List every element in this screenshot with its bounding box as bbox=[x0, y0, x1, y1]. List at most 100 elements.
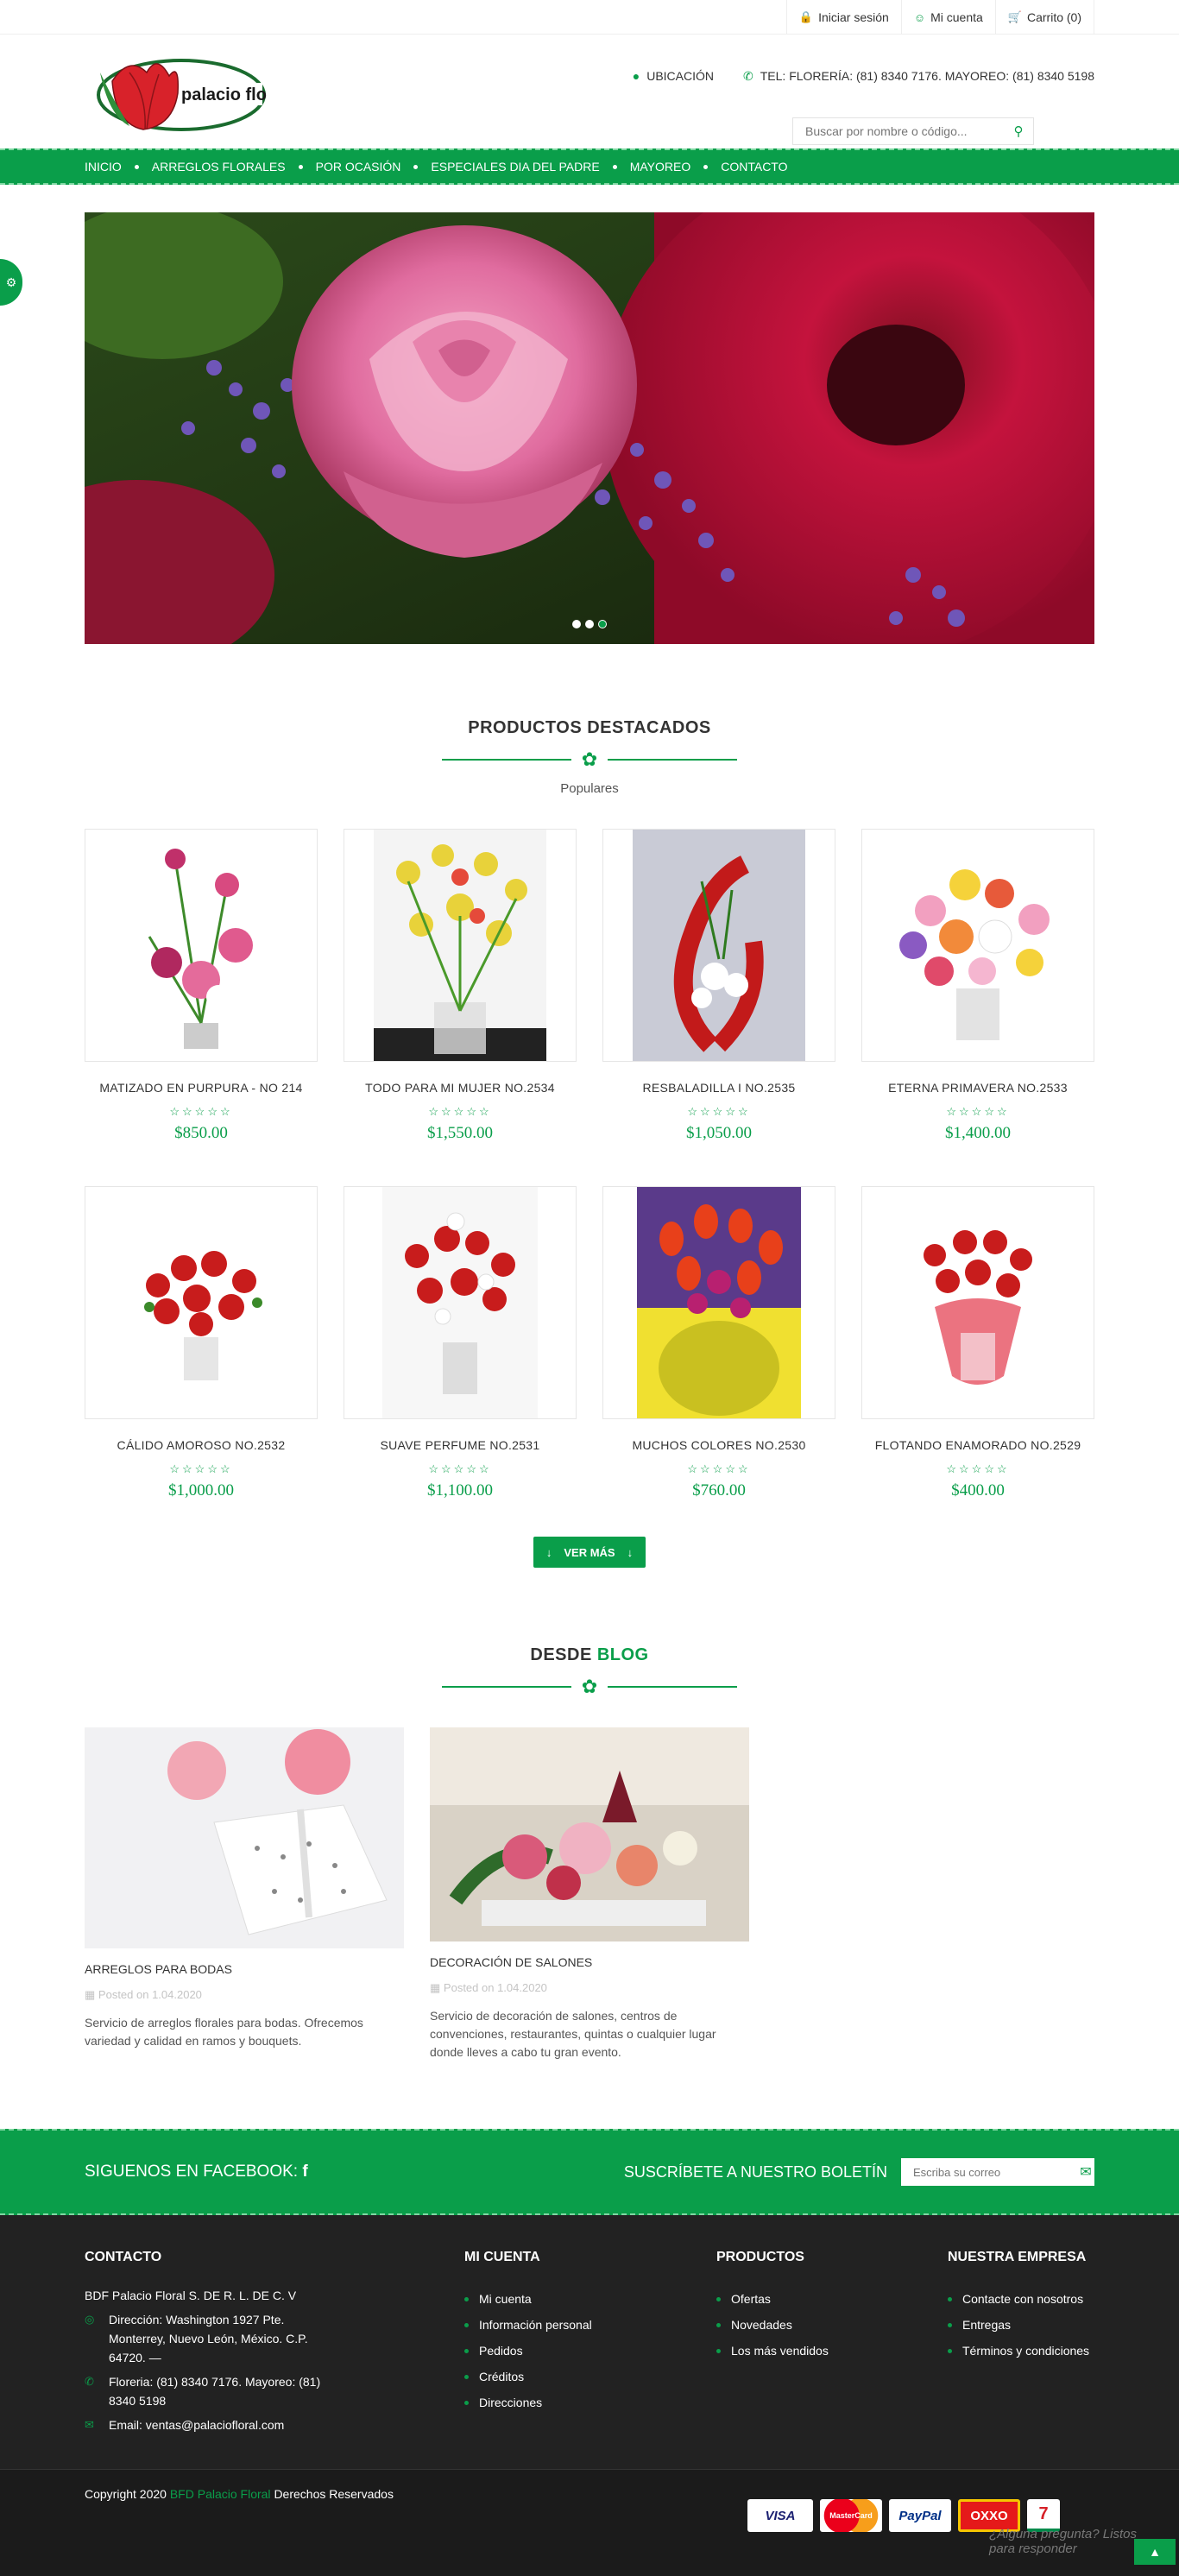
product-card[interactable]: CÁLIDO AMOROSO NO.2532 ☆☆☆☆☆ $1,000.00 bbox=[85, 1186, 318, 1500]
copyright-year: Copyright 2020 bbox=[85, 2487, 167, 2501]
product-card[interactable]: MATIZADO EN PURPURA - NO 214 ☆☆☆☆☆ $850.… bbox=[85, 829, 318, 1143]
nav-inicio[interactable]: INICIO bbox=[85, 160, 122, 174]
product-card[interactable]: TODO PARA MI MUJER NO.2534 ☆☆☆☆☆ $1,550.… bbox=[344, 829, 577, 1143]
blog-post-title[interactable]: ARREGLOS PARA BODAS bbox=[85, 1962, 404, 1976]
product-name[interactable]: MUCHOS COLORES NO.2530 bbox=[602, 1438, 835, 1452]
footer-link[interactable]: Novedades bbox=[716, 2312, 948, 2338]
location-label: UBICACIÓN bbox=[646, 69, 714, 83]
slider-dot[interactable] bbox=[585, 620, 594, 628]
footer-email[interactable]: Email: ventas@palaciofloral.com bbox=[109, 2415, 284, 2434]
blog-image[interactable] bbox=[430, 1727, 749, 1941]
blog-post-date: ▦ Posted on 1.04.2020 bbox=[85, 1988, 404, 2002]
location-link[interactable]: ● UBICACIÓN bbox=[633, 69, 714, 84]
footer-link[interactable]: Mi cuenta bbox=[464, 2286, 716, 2312]
product-card[interactable]: MUCHOS COLORES NO.2530 ☆☆☆☆☆ $760.00 bbox=[602, 1186, 835, 1500]
product-name[interactable]: RESBALADILLA I NO.2535 bbox=[602, 1081, 835, 1095]
footer: CONTACTO BDF Palacio Floral S. DE R. L. … bbox=[0, 2215, 1179, 2469]
settings-tab[interactable]: ⚙ bbox=[0, 259, 22, 306]
product-card[interactable]: SUAVE PERFUME NO.2531 ☆☆☆☆☆ $1,100.00 bbox=[344, 1186, 577, 1500]
blog-post-title[interactable]: DECORACIÓN DE SALONES bbox=[430, 1955, 749, 1969]
search-box: ⚲ bbox=[792, 117, 1034, 145]
envelope-icon[interactable]: ✉ bbox=[1077, 2163, 1094, 2181]
view-more-button[interactable]: ↓ VER MÁS ↓ bbox=[533, 1537, 646, 1568]
chat-button[interactable]: ▲ bbox=[1134, 2539, 1176, 2565]
footer-link[interactable]: Contacte con nosotros bbox=[948, 2286, 1089, 2312]
product-card[interactable]: ETERNA PRIMAVERA NO.2533 ☆☆☆☆☆ $1,400.00 bbox=[861, 829, 1094, 1143]
product-card[interactable]: FLOTANDO ENAMORADO NO.2529 ☆☆☆☆☆ $400.00 bbox=[861, 1186, 1094, 1500]
hero-slider[interactable] bbox=[85, 212, 1094, 644]
footer-account: MI CUENTA Mi cuenta Información personal… bbox=[464, 2250, 716, 2434]
product-price: $1,100.00 bbox=[427, 1481, 493, 1500]
footer-link[interactable]: Los más vendidos bbox=[716, 2338, 948, 2364]
footer-link[interactable]: Pedidos bbox=[464, 2338, 716, 2364]
footer-account-title: MI CUENTA bbox=[464, 2250, 540, 2264]
nav-mayoreo[interactable]: MAYOREO bbox=[630, 160, 691, 174]
flower-icon: ✿ bbox=[581, 748, 598, 770]
slider-dots bbox=[572, 620, 607, 628]
product-image[interactable] bbox=[85, 829, 318, 1062]
footer-link[interactable]: Términos y condiciones bbox=[948, 2338, 1089, 2364]
product-name[interactable]: SUAVE PERFUME NO.2531 bbox=[344, 1438, 577, 1452]
blog-title-a: DESDE bbox=[530, 1645, 592, 1664]
blog-post-excerpt: Servicio de decoración de salones, centr… bbox=[430, 2009, 716, 2059]
footer-link[interactable]: Información personal bbox=[464, 2312, 716, 2338]
footer-link[interactable]: Direcciones bbox=[464, 2390, 716, 2415]
envelope-icon: ✉ bbox=[85, 2418, 94, 2431]
search-input[interactable] bbox=[793, 118, 1004, 144]
slider-dot-active[interactable] bbox=[598, 620, 607, 628]
footer-phones: Floreria: (81) 8340 7176. Mayoreo: (81) … bbox=[109, 2375, 321, 2408]
calendar-icon: ▦ bbox=[430, 1981, 441, 1994]
footer-link[interactable]: Entregas bbox=[948, 2312, 1089, 2338]
map-pin-icon: ◎ bbox=[85, 2313, 95, 2326]
product-image[interactable] bbox=[344, 829, 577, 1062]
chat-prompt[interactable]: ¿Alguna pregunta? Listos para responder bbox=[989, 2527, 1144, 2556]
blog-post-date: ▦ Posted on 1.04.2020 bbox=[430, 1981, 749, 1995]
blog-card[interactable]: DECORACIÓN DE SALONES ▦ Posted on 1.04.2… bbox=[430, 1727, 749, 2061]
product-image[interactable] bbox=[85, 1186, 318, 1419]
logo[interactable]: palacio floral bbox=[95, 47, 287, 136]
top-bar: 🔒 Iniciar sesión ☺ Mi cuenta 🛒 Carrito (0) bbox=[0, 0, 1179, 35]
footer-products-title: PRODUCTOS bbox=[716, 2250, 804, 2264]
product-card[interactable]: RESBALADILLA I NO.2535 ☆☆☆☆☆ $1,050.00 bbox=[602, 829, 835, 1143]
map-pin-icon: ● bbox=[632, 69, 640, 83]
product-image[interactable] bbox=[602, 829, 835, 1062]
nav-contacto[interactable]: CONTACTO bbox=[721, 160, 787, 174]
search-icon[interactable]: ⚲ bbox=[1004, 123, 1033, 139]
featured-title: PRODUCTOS DESTACADOS bbox=[468, 718, 711, 737]
newsletter: SUSCRÍBETE A NUESTRO BOLETÍN ✉ bbox=[624, 2158, 1094, 2186]
main-nav: INICIO ARREGLOS FLORALES POR OCASIÓN ESP… bbox=[0, 148, 1179, 185]
nav-arreglos-florales[interactable]: ARREGLOS FLORALES bbox=[152, 160, 286, 174]
slider-dot[interactable] bbox=[572, 620, 581, 628]
blog-section: DESDE BLOG ✿ ARREGLOS PARA BODAS ▦ Poste… bbox=[85, 1645, 1094, 2061]
footer-link[interactable]: Créditos bbox=[464, 2364, 716, 2390]
product-price: $760.00 bbox=[692, 1481, 746, 1500]
blog-image[interactable] bbox=[85, 1727, 404, 1948]
nav-especiales-dia-del-padre[interactable]: ESPECIALES DIA DEL PADRE bbox=[431, 160, 599, 174]
product-image[interactable] bbox=[602, 1186, 835, 1419]
newsletter-email-input[interactable] bbox=[901, 2165, 1077, 2179]
cart-link[interactable]: 🛒 Carrito (0) bbox=[994, 0, 1094, 35]
footer-company: BDF Palacio Floral S. DE R. L. DE C. V bbox=[85, 2289, 297, 2302]
blog-title-b: BLOG bbox=[596, 1645, 649, 1664]
product-image[interactable] bbox=[344, 1186, 577, 1419]
product-name[interactable]: CÁLIDO AMOROSO NO.2532 bbox=[85, 1438, 318, 1452]
product-image[interactable] bbox=[861, 829, 1094, 1062]
product-name[interactable]: MATIZADO EN PURPURA - NO 214 bbox=[85, 1081, 318, 1095]
facebook-icon: f bbox=[302, 2162, 308, 2181]
login-link[interactable]: 🔒 Iniciar sesión bbox=[785, 0, 901, 35]
gear-icon: ⚙ bbox=[5, 275, 17, 289]
rating-stars: ☆☆☆☆☆ bbox=[169, 1105, 233, 1118]
footer-link[interactable]: Ofertas bbox=[716, 2286, 948, 2312]
product-price: $850.00 bbox=[174, 1124, 228, 1142]
blog-card[interactable]: ARREGLOS PARA BODAS ▦ Posted on 1.04.202… bbox=[85, 1727, 404, 2061]
phone-label: TEL: FLORERÍA: (81) 8340 7176. MAYOREO: … bbox=[760, 69, 1094, 83]
blog-list: ARREGLOS PARA BODAS ▦ Posted on 1.04.202… bbox=[85, 1727, 1094, 2061]
facebook-follow[interactable]: SIGUENOS EN FACEBOOK: f bbox=[85, 2162, 308, 2181]
product-image[interactable] bbox=[861, 1186, 1094, 1419]
copyright-brand[interactable]: BFD Palacio Floral bbox=[170, 2487, 271, 2501]
product-name[interactable]: FLOTANDO ENAMORADO NO.2529 bbox=[861, 1438, 1094, 1452]
nav-por-ocasion[interactable]: POR OCASIÓN bbox=[316, 160, 401, 174]
product-name[interactable]: TODO PARA MI MUJER NO.2534 bbox=[344, 1081, 577, 1095]
account-link[interactable]: ☺ Mi cuenta bbox=[900, 0, 995, 35]
product-name[interactable]: ETERNA PRIMAVERA NO.2533 bbox=[861, 1081, 1094, 1095]
